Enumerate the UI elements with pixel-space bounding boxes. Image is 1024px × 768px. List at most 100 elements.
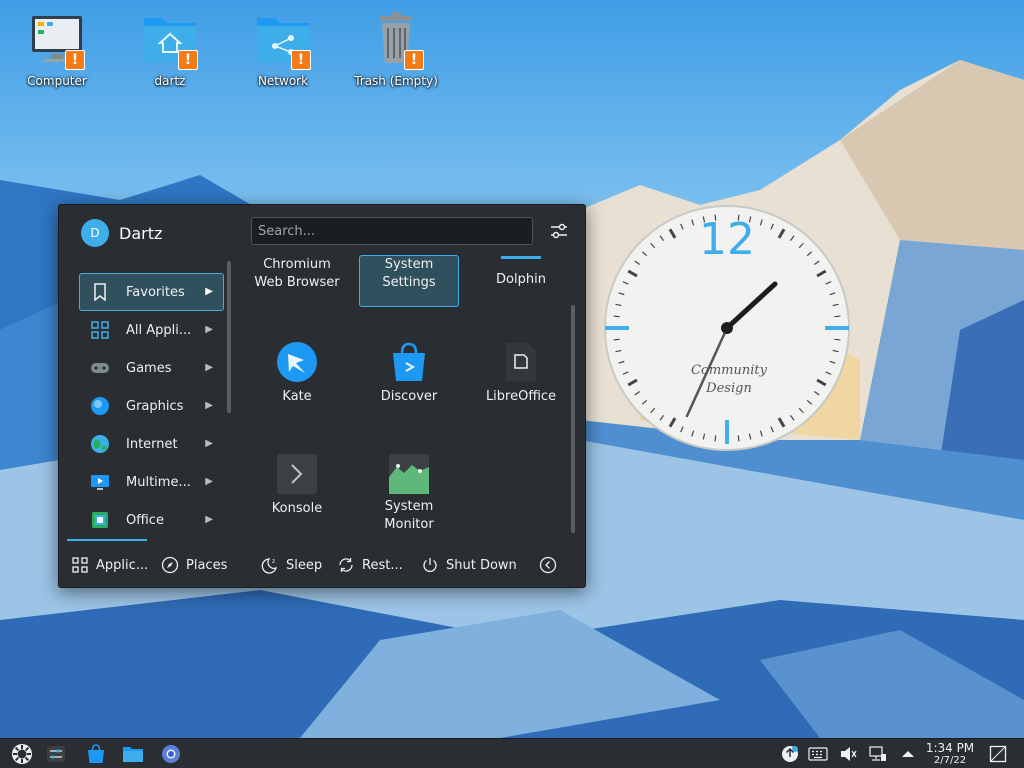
app-system-settings[interactable]: System Settings — [359, 255, 459, 307]
shutdown-button[interactable]: Shut Down — [421, 553, 517, 577]
more-actions-button[interactable] — [539, 553, 564, 577]
category-games[interactable]: Games ▶ — [79, 349, 224, 387]
svg-text:z: z — [272, 558, 275, 565]
category-label: Games — [126, 360, 172, 376]
clock-brand-line1: Community — [691, 363, 768, 378]
app-dolphin[interactable]: Dolphin — [471, 255, 569, 290]
analog-clock-widget[interactable]: 12 Community Design — [603, 204, 851, 452]
category-label: Favorites — [126, 284, 185, 300]
app-label-line2: Web Browser — [254, 275, 340, 290]
gamepad-icon — [90, 358, 110, 378]
power-icon — [421, 556, 439, 574]
app-label-line1: Konsole — [271, 501, 323, 516]
clock-marker-9 — [605, 326, 629, 330]
konsole-icon — [275, 452, 319, 496]
discover-icon — [387, 340, 431, 384]
favorites-grid: Chromium Web Browser System Settings Dol… — [239, 253, 569, 541]
settings-panel-icon — [47, 746, 65, 762]
restart-button[interactable]: Rest... — [337, 553, 403, 577]
desktop-icon-label: Trash (Empty) — [354, 74, 438, 88]
clock-tick — [834, 338, 841, 341]
sleep-label: Sleep — [286, 557, 323, 573]
tab-applications[interactable]: Applic... — [71, 553, 148, 577]
shutdown-label: Shut Down — [446, 557, 517, 573]
app-label-line1: System — [384, 257, 434, 272]
libreoffice-icon — [499, 340, 543, 384]
dolphin-icon — [501, 256, 541, 259]
show-desktop-icon — [989, 745, 1007, 763]
warning-badge: ! — [65, 50, 85, 70]
user-profile[interactable]: D Dartz — [81, 219, 162, 247]
warning-badge: ! — [291, 50, 311, 70]
warning-badge: ! — [178, 50, 198, 70]
chevron-right-icon: ▶ — [205, 438, 213, 449]
taskbar-system-settings[interactable] — [44, 742, 68, 766]
category-label: Graphics — [126, 398, 184, 414]
kde-logo-icon — [12, 744, 32, 764]
globe-icon — [90, 434, 110, 454]
taskbar: 1:34 PM 2/7/22 — [0, 738, 1024, 768]
app-discover[interactable]: Discover — [359, 339, 459, 407]
digital-clock[interactable]: 1:34 PM 2/7/22 — [922, 741, 978, 767]
keyboard-layout-tray[interactable] — [806, 742, 830, 766]
folder-icon — [123, 747, 143, 762]
category-internet[interactable]: Internet ▶ — [79, 425, 224, 463]
tab-label: Applic... — [96, 557, 149, 573]
application-launcher-button[interactable] — [10, 742, 34, 766]
app-system-monitor[interactable]: System Monitor — [359, 451, 459, 535]
peek-desktop-button[interactable] — [986, 742, 1010, 766]
chevron-right-icon: ▶ — [205, 324, 213, 335]
taskbar-discover[interactable] — [84, 742, 108, 766]
taskbar-dolphin[interactable] — [121, 742, 145, 766]
app-konsole[interactable]: Konsole — [247, 451, 347, 519]
clock-date: 2/7/22 — [933, 755, 967, 766]
active-tab-indicator — [67, 539, 147, 541]
app-label-line1: LibreOffice — [485, 389, 557, 404]
clock-tick — [613, 315, 620, 318]
app-label-line1: Kate — [282, 389, 312, 404]
taskbar-chromium[interactable] — [159, 742, 183, 766]
app-libreoffice[interactable]: LibreOffice — [471, 339, 569, 407]
desktop-icon-network[interactable]: ! Network — [233, 10, 333, 88]
desktop-icon-trash[interactable]: ! Trash (Empty) — [346, 10, 446, 88]
desktop-icon-computer[interactable]: ! Computer — [7, 10, 107, 88]
software-updates-tray[interactable] — [778, 742, 802, 766]
show-hidden-icons-button[interactable] — [896, 742, 920, 766]
restart-icon — [337, 556, 355, 574]
category-scrollbar[interactable] — [227, 261, 231, 413]
category-list: Favorites ▶ All Appli... ▶ Games ▶ Graph… — [79, 273, 224, 539]
app-kate[interactable]: Kate — [247, 339, 347, 407]
desktop-icon-home-folder[interactable]: ! dartz — [120, 10, 220, 88]
network-tray[interactable] — [866, 742, 890, 766]
clock-marker-3 — [825, 326, 849, 330]
compass-icon — [161, 556, 179, 574]
desktop-icon-label: Computer — [27, 74, 87, 88]
configure-button[interactable] — [547, 219, 571, 243]
trash-icon: ! — [368, 10, 424, 70]
search-input[interactable] — [251, 217, 533, 245]
restart-label: Rest... — [362, 557, 403, 573]
warning-badge: ! — [404, 50, 424, 70]
app-label-line1: System — [384, 499, 434, 514]
chevron-right-icon: ▶ — [205, 362, 213, 373]
volume-tray[interactable] — [836, 742, 860, 766]
clock-numeral-12: 12 — [699, 214, 755, 265]
category-multimedia[interactable]: Multime... ▶ — [79, 463, 224, 501]
clock-brand-line2: Design — [705, 381, 752, 396]
category-office[interactable]: Office ▶ — [79, 501, 224, 539]
system-monitor-icon — [387, 452, 431, 496]
category-graphics[interactable]: Graphics ▶ — [79, 387, 224, 425]
tab-places[interactable]: Places — [161, 553, 227, 577]
app-chromium[interactable]: Chromium Web Browser — [247, 255, 347, 293]
clock-time: 1:34 PM — [925, 741, 975, 755]
category-all-applications[interactable]: All Appli... ▶ — [79, 311, 224, 349]
apps-scrollbar[interactable] — [571, 305, 575, 533]
app-label-line1: Dolphin — [496, 272, 546, 287]
network-folder-icon: ! — [255, 10, 311, 70]
clock-tick — [613, 338, 620, 341]
category-favorites[interactable]: Favorites ▶ — [79, 273, 224, 311]
category-label: Office — [126, 512, 164, 528]
sleep-icon: z — [261, 556, 279, 574]
desktop-icon-label: dartz — [154, 74, 186, 88]
sleep-button[interactable]: z Sleep — [261, 553, 322, 577]
